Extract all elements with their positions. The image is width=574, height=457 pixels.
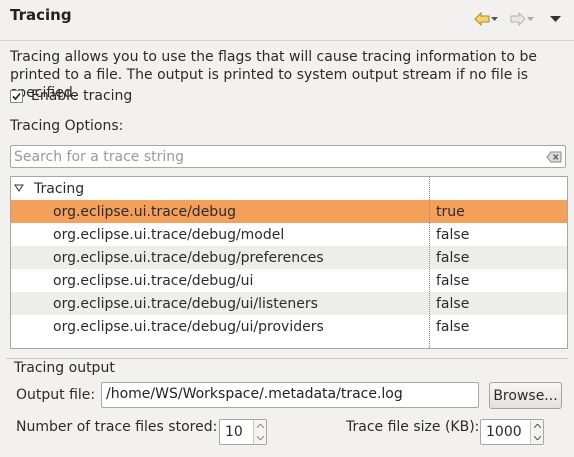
tree-row[interactable]: org.eclipse.ui.trace/debug/ui/listeners …: [11, 292, 567, 315]
increment-icon[interactable]: [256, 424, 264, 428]
trace-option-name: org.eclipse.ui.trace/debug/ui: [53, 272, 254, 289]
tree-root-label: Tracing: [34, 180, 85, 197]
enable-tracing-label: Enable tracing: [31, 88, 133, 104]
chevron-down-icon: [527, 16, 534, 21]
num-trace-files-spinner[interactable]: 10: [219, 419, 267, 445]
trace-option-value[interactable]: false: [436, 227, 469, 243]
tree-row[interactable]: org.eclipse.ui.trace/debug/model false: [11, 223, 567, 246]
tree-row[interactable]: org.eclipse.ui.trace/debug/preferences f…: [11, 246, 567, 269]
trace-options-tree[interactable]: Tracing org.eclipse.ui.trace/debug true …: [10, 176, 568, 349]
trace-option-value[interactable]: false: [436, 319, 469, 335]
tree-row[interactable]: org.eclipse.ui.trace/debug true: [11, 200, 567, 223]
trace-option-name: org.eclipse.ui.trace/debug/ui/listeners: [53, 295, 318, 312]
spinner-buttons[interactable]: [253, 420, 266, 444]
output-file-label: Output file:: [16, 387, 96, 403]
browse-button[interactable]: Browse...: [489, 382, 562, 409]
search-box[interactable]: [10, 145, 566, 168]
back-arrow-icon: [474, 12, 490, 26]
tree-row[interactable]: org.eclipse.ui.trace/debug/ui false: [11, 269, 567, 292]
tree-root-tracing[interactable]: Tracing: [11, 177, 567, 200]
trace-option-name: org.eclipse.ui.trace/debug: [53, 203, 236, 220]
forward-arrow-icon: [510, 12, 526, 26]
clear-search-icon[interactable]: [546, 151, 562, 163]
search-input[interactable]: [14, 148, 534, 165]
num-trace-files-label: Number of trace files stored:: [16, 419, 218, 435]
checkmark-icon: [12, 92, 21, 100]
decrement-icon[interactable]: [533, 436, 541, 440]
trace-option-value[interactable]: false: [436, 296, 469, 312]
expand-triangle-icon[interactable]: [14, 184, 24, 192]
trace-option-name: org.eclipse.ui.trace/debug/preferences: [53, 249, 324, 266]
tracing-output-legend: Tracing output: [14, 360, 115, 376]
num-trace-files-value[interactable]: 10: [220, 424, 253, 440]
back-button[interactable]: [474, 9, 498, 29]
trace-option-value[interactable]: false: [436, 273, 469, 289]
trace-option-value[interactable]: false: [436, 250, 469, 266]
page-title: Tracing: [10, 6, 72, 24]
increment-icon[interactable]: [533, 424, 541, 428]
header-divider: [0, 40, 574, 41]
enable-tracing-checkbox[interactable]: Enable tracing: [10, 88, 132, 104]
decrement-icon[interactable]: [256, 436, 264, 440]
menu-triangle-icon: [550, 15, 561, 22]
trace-file-size-spinner[interactable]: 1000: [480, 419, 544, 445]
trace-option-value[interactable]: true: [436, 204, 465, 220]
chevron-down-icon: [491, 16, 498, 21]
trace-file-size-label: Trace file size (KB):: [346, 419, 480, 435]
forward-button[interactable]: [510, 9, 534, 29]
spinner-buttons[interactable]: [530, 420, 543, 444]
trace-option-name: org.eclipse.ui.trace/debug/ui/providers: [53, 318, 324, 335]
tree-row[interactable]: org.eclipse.ui.trace/debug/ui/providers …: [11, 315, 567, 338]
tracing-options-label: Tracing Options:: [10, 118, 124, 134]
trace-option-name: org.eclipse.ui.trace/debug/model: [53, 226, 285, 243]
trace-file-size-value[interactable]: 1000: [481, 424, 530, 440]
column-divider[interactable]: [429, 177, 430, 348]
browse-button-label: Browse...: [493, 387, 558, 404]
checkbox[interactable]: [10, 89, 23, 103]
view-menu-button[interactable]: [550, 9, 561, 29]
output-file-field[interactable]: /home/WS/Workspace/.metadata/trace.log: [101, 382, 479, 408]
